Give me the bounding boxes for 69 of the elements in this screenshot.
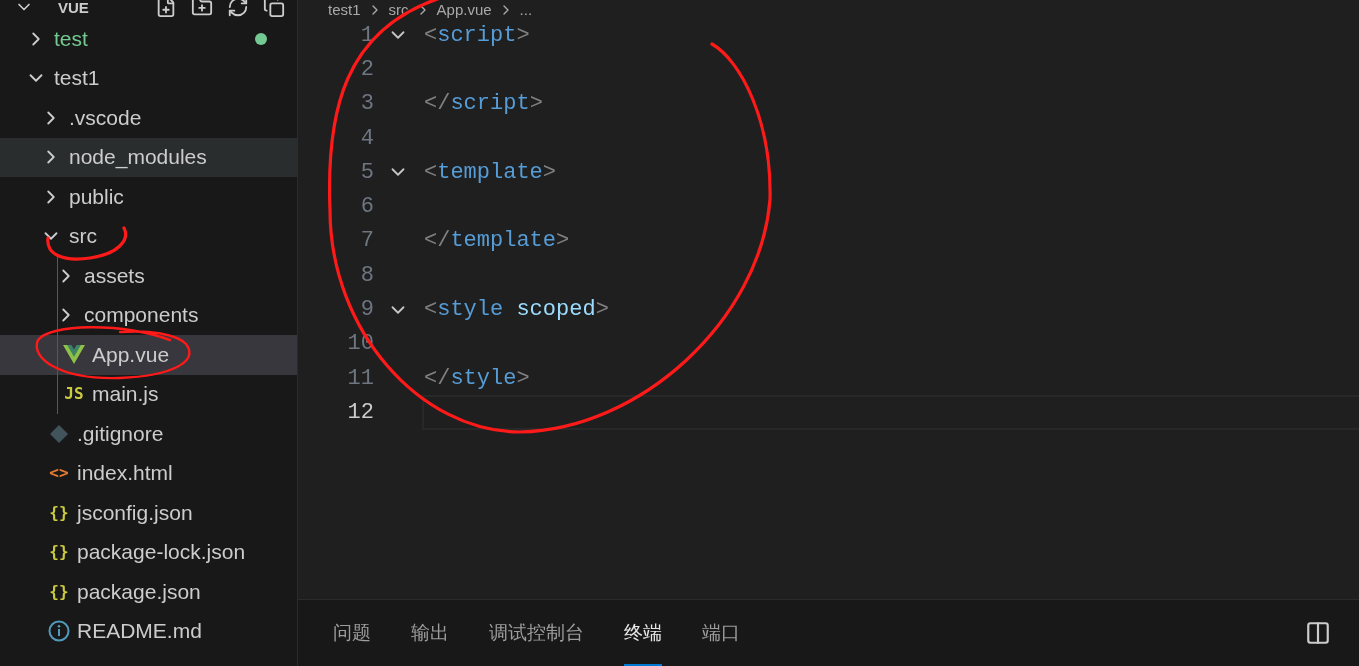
file-name: package.json bbox=[77, 579, 201, 604]
tree-item[interactable]: App.vue bbox=[0, 335, 297, 375]
new-folder-icon[interactable] bbox=[191, 0, 213, 18]
panel-tab[interactable]: 调试控制台 bbox=[489, 600, 584, 666]
line-number: 8 bbox=[359, 262, 374, 288]
file-type-icon: {} bbox=[49, 544, 69, 561]
panel-tab[interactable]: 端口 bbox=[702, 600, 740, 666]
code-line: </script> bbox=[424, 91, 543, 117]
tree-item[interactable]: README.md bbox=[0, 611, 297, 651]
code-line: <script> bbox=[424, 22, 530, 48]
tree-item[interactable]: <> index.html bbox=[0, 453, 297, 493]
tree-item[interactable]: assets bbox=[0, 256, 297, 296]
breadcrumb-item[interactable]: test1 bbox=[328, 1, 361, 18]
line-number: 11 bbox=[346, 365, 374, 391]
new-file-icon[interactable] bbox=[155, 0, 177, 18]
code-line: </style> bbox=[424, 365, 530, 391]
info-icon bbox=[48, 620, 70, 643]
breadcrumb-item[interactable]: App.vue bbox=[436, 1, 492, 18]
file-name: jsconfig.json bbox=[77, 500, 193, 525]
tree-item[interactable]: node_modules bbox=[0, 137, 297, 177]
file-name: assets bbox=[84, 263, 145, 288]
tree-item[interactable]: .vscode bbox=[0, 98, 297, 138]
layout-icon[interactable] bbox=[1305, 620, 1331, 646]
panel-tab[interactable]: 终端 bbox=[624, 600, 662, 666]
code-line: <style scoped> bbox=[424, 297, 609, 322]
tree-item[interactable]: {} package-lock.json bbox=[0, 532, 297, 572]
tree-item[interactable]: {} package.json bbox=[0, 572, 297, 612]
line-number: 5 bbox=[359, 159, 374, 185]
tree-item[interactable]: public bbox=[0, 177, 297, 217]
line-number: 3 bbox=[359, 91, 374, 117]
panel-tab[interactable]: 输出 bbox=[411, 600, 449, 666]
git-icon bbox=[49, 423, 69, 444]
line-number: 6 bbox=[359, 194, 374, 220]
file-name: App.vue bbox=[92, 342, 170, 367]
code-line: </template> bbox=[424, 228, 570, 254]
explorer-title: VUE bbox=[57, 0, 90, 16]
line-number: 1 bbox=[359, 22, 374, 48]
file-type-icon: JS bbox=[64, 386, 84, 403]
file-name: index.html bbox=[77, 461, 173, 486]
panel-tab[interactable]: 问题 bbox=[333, 600, 371, 666]
line-number: 2 bbox=[359, 56, 374, 82]
file-name: package-lock.json bbox=[77, 540, 246, 565]
file-name: src bbox=[69, 224, 97, 249]
file-name: README.md bbox=[77, 619, 202, 644]
code-line: <template> bbox=[424, 159, 557, 185]
tree-item[interactable]: test bbox=[0, 19, 297, 59]
vue-icon bbox=[63, 344, 85, 365]
file-name: test1 bbox=[54, 66, 100, 91]
line-number: 9 bbox=[359, 297, 374, 322]
tree-item[interactable]: test1 bbox=[0, 58, 297, 98]
tree-item[interactable]: .gitignore bbox=[0, 414, 297, 454]
file-type-icon: {} bbox=[49, 504, 69, 521]
tree-item[interactable]: src bbox=[0, 216, 297, 256]
refresh-icon[interactable] bbox=[227, 0, 249, 18]
file-name: .vscode bbox=[69, 105, 142, 130]
file-type-icon: <> bbox=[49, 465, 69, 482]
file-type-icon: {} bbox=[49, 583, 69, 600]
tree-item[interactable]: JS main.js bbox=[0, 374, 297, 414]
file-name: .gitignore bbox=[77, 421, 164, 446]
line-number: 7 bbox=[359, 228, 374, 254]
line-number: 4 bbox=[359, 125, 374, 151]
file-name: public bbox=[69, 184, 124, 209]
file-name: test bbox=[54, 26, 88, 51]
file-name: node_modules bbox=[69, 145, 207, 170]
breadcrumb-item[interactable]: ... bbox=[519, 1, 533, 18]
line-number: 12 bbox=[346, 399, 374, 425]
tree-item[interactable]: {} jsconfig.json bbox=[0, 493, 297, 533]
file-name: main.js bbox=[92, 382, 159, 407]
file-name: components bbox=[84, 303, 199, 328]
